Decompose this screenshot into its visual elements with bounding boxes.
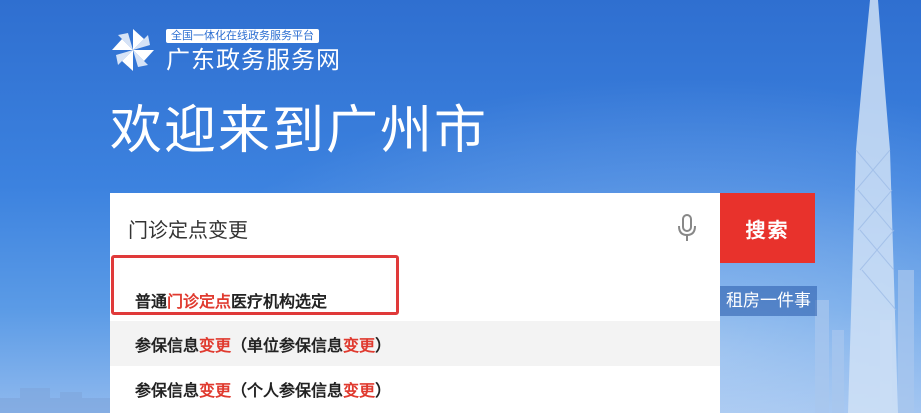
suggestion-item[interactable]: 参保信息 变更 （个人参保信息 变更） xyxy=(110,366,720,411)
annotation-highlight-box xyxy=(111,255,399,315)
suggestion-text: ） xyxy=(375,335,392,355)
suggestion-match: 变更 xyxy=(343,335,376,355)
site-logo[interactable]: 全国一体化在线政务服务平台 广东政务服务网 xyxy=(108,24,341,75)
suggestion-match: 变更 xyxy=(199,335,232,355)
pinwheel-logo-icon xyxy=(112,28,154,71)
platform-tagline: 全国一体化在线政务服务平台 xyxy=(166,29,319,43)
search-button[interactable]: 搜索 xyxy=(720,193,815,263)
suggestion-text: （个人参保信息 xyxy=(231,380,344,400)
search-input[interactable] xyxy=(128,208,648,248)
welcome-heading: 欢迎来到广州市 xyxy=(110,101,489,161)
suggestion-text: ） xyxy=(375,380,392,400)
search-box xyxy=(110,193,720,263)
suggestion-match: 变更 xyxy=(199,380,232,400)
suggestion-text: 参保信息 xyxy=(135,380,200,400)
suggestion-text: （单位参保信息 xyxy=(231,335,344,355)
suggestion-text: 参保信息 xyxy=(135,335,200,355)
site-name: 广东政务服务网 xyxy=(166,46,341,74)
suggestion-match: 变更 xyxy=(343,380,376,400)
suggestion-item[interactable]: 参保信息 变更 （单位参保信息 变更） xyxy=(110,321,720,366)
microphone-icon[interactable] xyxy=(676,213,698,243)
quick-link-rental[interactable]: 租房一件事 xyxy=(720,286,817,316)
